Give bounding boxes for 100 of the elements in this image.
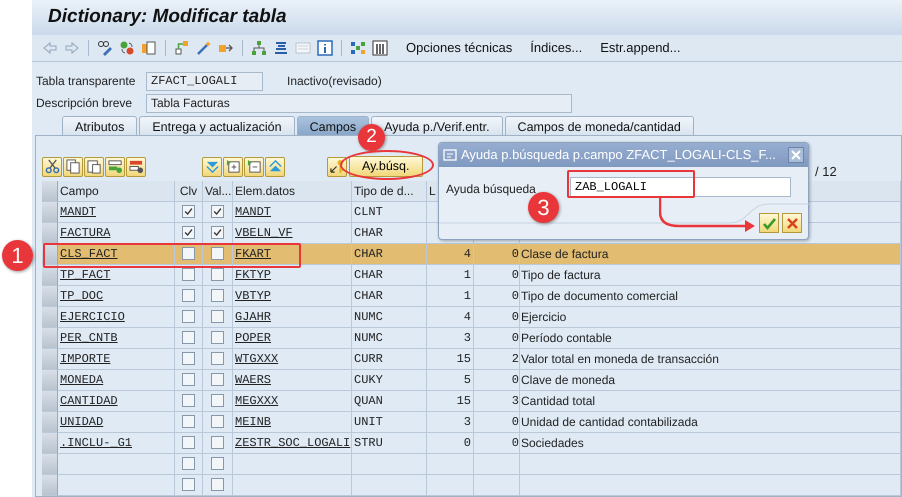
row-selector[interactable]	[42, 475, 58, 496]
stack-icon[interactable]	[273, 40, 289, 56]
tab[interactable]: Entrega y actualización	[139, 116, 295, 135]
menu-button[interactable]: Índices...	[524, 38, 588, 58]
checkbox[interactable]	[182, 478, 195, 491]
pencil-icon[interactable]	[97, 40, 113, 56]
delete-row-icon	[128, 159, 144, 174]
list-icon[interactable]	[295, 40, 311, 56]
row-selector[interactable]	[42, 265, 58, 286]
row-selector[interactable]	[42, 349, 58, 370]
table-cell: PER_CNTB	[58, 328, 175, 349]
checkbox[interactable]	[182, 373, 195, 386]
row-selector[interactable]	[42, 202, 58, 223]
checkbox[interactable]	[211, 331, 224, 344]
paste-button[interactable]	[84, 156, 104, 176]
menu-button[interactable]: Estr.append...	[594, 38, 686, 58]
copy-button[interactable]	[63, 156, 83, 176]
row-selector[interactable]	[42, 328, 58, 349]
expand-button[interactable]	[223, 156, 243, 176]
checkbox[interactable]	[211, 415, 224, 428]
table-cell: 4	[427, 244, 474, 265]
menu-button[interactable]: Opciones técnicas	[400, 38, 518, 58]
table-cell: QUAN	[352, 391, 427, 412]
table-cell: MONEDA	[58, 370, 175, 391]
checkbox[interactable]	[182, 352, 195, 365]
tab[interactable]: Campos de moneda/cantidad	[504, 116, 694, 135]
checkbox[interactable]	[182, 247, 195, 260]
columns-icon[interactable]	[372, 40, 388, 56]
checkbox[interactable]	[211, 373, 224, 386]
key-button[interactable]	[327, 156, 347, 176]
column-header: Tipo de d...	[352, 181, 427, 202]
hierarchy-icon[interactable]	[174, 40, 190, 56]
row-selector[interactable]	[42, 391, 58, 412]
grid-icon[interactable]	[350, 40, 366, 56]
row-selector[interactable]	[42, 223, 58, 244]
checkbox[interactable]	[182, 268, 195, 281]
tab[interactable]: Atributos	[62, 116, 138, 135]
column-header: Clv	[175, 181, 203, 202]
collapse-button[interactable]	[244, 156, 264, 176]
table-cell: Cantidad total	[520, 391, 901, 412]
delete-row-button[interactable]	[126, 156, 146, 176]
table-cell: 0	[474, 433, 520, 454]
table-cell: MANDT	[58, 202, 175, 223]
close-icon	[789, 148, 803, 162]
checkbox[interactable]	[211, 457, 224, 470]
info-icon[interactable]	[317, 40, 333, 56]
table-cell: CANTIDAD	[58, 391, 175, 412]
table-cell: 3	[427, 328, 474, 349]
checkbox[interactable]	[182, 205, 195, 218]
tree-icon[interactable]	[251, 40, 267, 56]
cut-button[interactable]	[42, 156, 62, 176]
row-selector[interactable]	[42, 370, 58, 391]
cancel-button[interactable]	[782, 213, 802, 233]
wand-icon[interactable]	[196, 40, 212, 56]
checkbox[interactable]	[211, 247, 224, 260]
checkbox[interactable]	[182, 394, 195, 407]
checkbox[interactable]	[211, 394, 224, 407]
left-arrow-icon[interactable]	[42, 40, 58, 56]
row-selector[interactable]	[42, 307, 58, 328]
table-cell: CUKY	[352, 370, 427, 391]
checkbox[interactable]	[211, 310, 224, 323]
table-cell: FACTURA	[58, 223, 175, 244]
table-cell: MEGXXX	[233, 391, 352, 412]
row-selector[interactable]	[42, 454, 58, 475]
checkbox[interactable]	[182, 436, 195, 449]
copy-icon	[66, 159, 80, 174]
circles-icon[interactable]	[119, 40, 135, 56]
checkbox[interactable]	[211, 226, 224, 239]
checkbox[interactable]	[182, 289, 195, 302]
checkbox[interactable]	[182, 331, 195, 344]
search-help-field[interactable]: ZAB_LOGALI	[570, 177, 791, 197]
table-cell: UNIDAD	[58, 412, 175, 433]
table-cell: Sociedades	[520, 433, 901, 454]
checkbox[interactable]	[182, 226, 195, 239]
checkbox[interactable]	[182, 310, 195, 323]
row-selector[interactable]	[42, 412, 58, 433]
row-selector[interactable]	[42, 433, 58, 454]
insert-row-button[interactable]	[105, 156, 125, 176]
checkbox[interactable]	[211, 478, 224, 491]
row-selector[interactable]	[42, 181, 58, 202]
clipboard-icon[interactable]	[141, 40, 157, 56]
checkbox[interactable]	[211, 436, 224, 449]
checkbox[interactable]	[211, 352, 224, 365]
row-counter: / 12	[815, 163, 837, 181]
checkbox[interactable]	[182, 415, 195, 428]
table-cell: CURR	[352, 349, 427, 370]
description-field[interactable]: Tabla Facturas	[146, 94, 572, 112]
table-name-field[interactable]: ZFACT_LOGALI	[146, 72, 263, 90]
search-help-button[interactable]: Ay.búsq.	[349, 156, 422, 177]
checkbox[interactable]	[182, 457, 195, 470]
checkbox[interactable]	[211, 268, 224, 281]
table-cell: CHAR	[352, 265, 427, 286]
table-cell: Tipo de factura	[520, 265, 901, 286]
row-selector[interactable]	[42, 286, 58, 307]
confirm-button[interactable]	[759, 213, 779, 233]
checkbox[interactable]	[211, 289, 224, 302]
right-arrow-icon[interactable]	[64, 40, 80, 56]
checkbox[interactable]	[211, 205, 224, 218]
close-button[interactable]	[788, 147, 804, 163]
table-cell: 4	[427, 307, 474, 328]
